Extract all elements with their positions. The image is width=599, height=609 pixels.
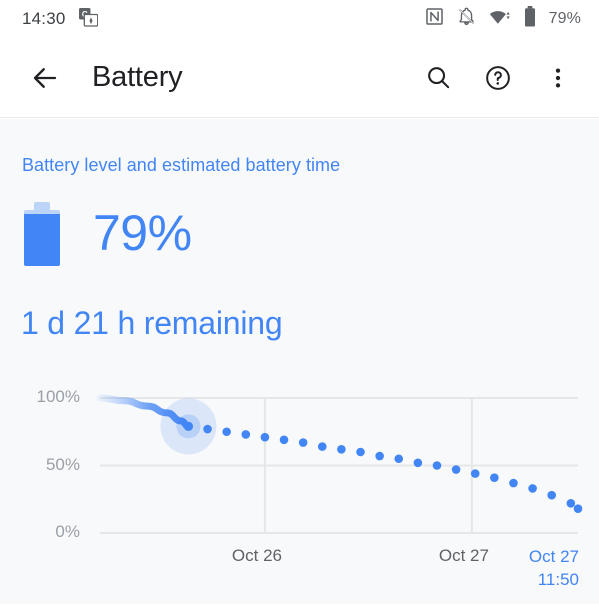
- chart-history-line: [96, 394, 192, 430]
- battery-level-row: 79%: [22, 200, 192, 266]
- status-bar: 14:30 G: [0, 0, 599, 38]
- app-bar: Battery: [0, 38, 599, 118]
- chart-projection-dot: [394, 454, 404, 464]
- chart-projection-dot: [413, 458, 423, 468]
- battery-chart-svg: [96, 394, 583, 534]
- status-bar-right: 79%: [425, 6, 581, 32]
- chart-projection-dot: [222, 427, 231, 437]
- y-axis-label-100: 100%: [36, 387, 80, 406]
- status-battery-percent: 79%: [548, 10, 581, 27]
- status-bar-left: 14:30 G: [22, 7, 98, 32]
- back-arrow-icon: [33, 67, 57, 88]
- page-title: Battery: [92, 61, 183, 93]
- battery-content: Battery level and estimated battery time…: [0, 119, 599, 604]
- chart-projection-dot: [375, 451, 384, 461]
- x-axis-label-oct26: Oct 26: [231, 546, 282, 565]
- battery-fill: [24, 214, 60, 266]
- x-axis-label-oct27: Oct 27: [438, 546, 489, 565]
- chart-projection-dot: [279, 435, 289, 445]
- wifi-icon: [489, 7, 511, 31]
- chart-projection-dot: [298, 438, 308, 447]
- chart-projection-dot: [451, 465, 461, 474]
- chart-highlight-inner-halo: [176, 414, 201, 439]
- chart-highlight-point[interactable]: [183, 421, 194, 431]
- current-date-text: Oct 27: [528, 547, 579, 566]
- battery-level-icon: [22, 200, 62, 266]
- app-bar-actions: [419, 59, 577, 97]
- status-clock: 14:30: [22, 9, 66, 28]
- section-header: Battery level and estimated battery time: [22, 155, 341, 175]
- notifications-silenced-icon: [457, 7, 476, 31]
- chart-projection-dot: [260, 432, 270, 442]
- chart-projection-dot: [509, 478, 518, 488]
- y-axis-label-50: 50%: [45, 454, 80, 474]
- search-icon: [427, 67, 449, 89]
- help-button[interactable]: [479, 59, 517, 97]
- search-button[interactable]: [419, 59, 457, 97]
- x-axis-current-time-label: Oct 27 11:50: [529, 546, 579, 592]
- chart-projection-dot: [573, 504, 583, 513]
- chart-projection-dot: [356, 447, 365, 457]
- translate-icon: G: [78, 7, 98, 32]
- chart-projection-dot: [203, 424, 212, 434]
- y-axis-label-0: 0%: [55, 522, 80, 541]
- chart-highlight-halo: [160, 398, 217, 455]
- overflow-menu-button[interactable]: [539, 59, 577, 97]
- battery-remaining-text: 1 d 21 h remaining: [21, 305, 283, 341]
- chart-projection-dot: [566, 499, 576, 508]
- nfc-icon: [425, 7, 444, 31]
- chart-projection-dot: [528, 484, 537, 493]
- battery-level-percent: 79%: [93, 205, 192, 261]
- chart-projection-dot: [490, 473, 499, 482]
- help-circle-icon: [486, 65, 510, 90]
- current-time-text: 11:50: [537, 569, 579, 589]
- battery-icon: [524, 6, 536, 32]
- chart-projection-dot: [547, 490, 557, 500]
- more-vertical-icon: [555, 67, 561, 88]
- chart-projection-dot: [432, 461, 442, 470]
- chart-projection-dot: [470, 469, 480, 478]
- chart-projection-dot: [317, 442, 327, 451]
- chart-projection-dot: [337, 445, 346, 454]
- battery-chart[interactable]: 100% 50% 0% Oct 26 Oct 27 Oct 27 11:50: [0, 119, 599, 604]
- chart-projection-dot: [241, 430, 251, 439]
- back-button[interactable]: [24, 57, 66, 99]
